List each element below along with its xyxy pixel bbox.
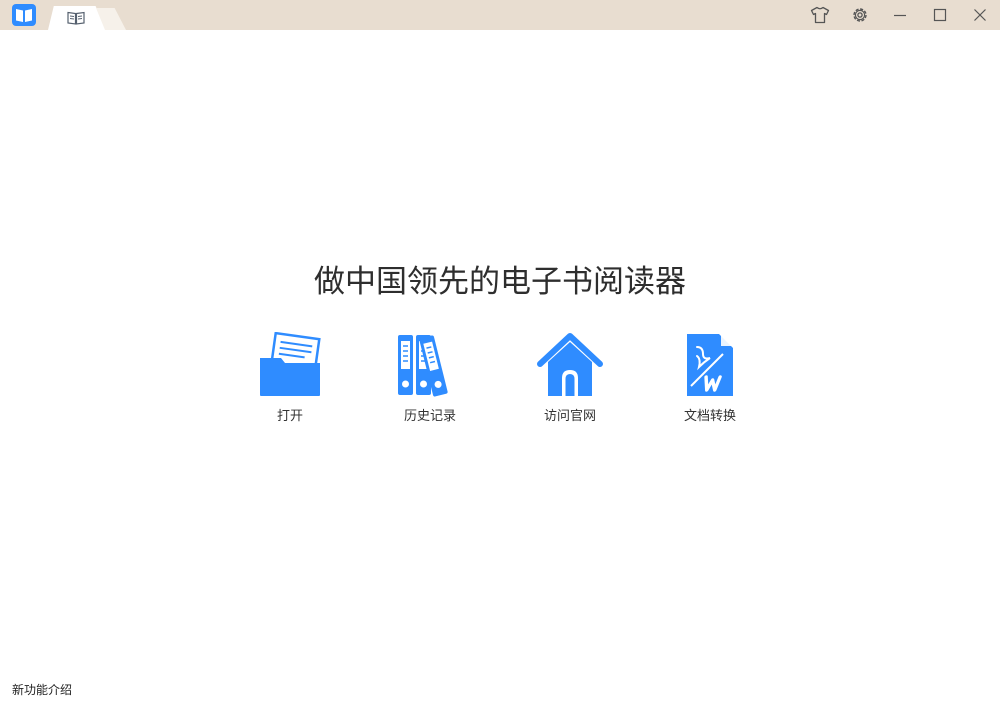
book-icon bbox=[67, 11, 85, 25]
maximize-icon bbox=[933, 8, 947, 22]
skin-button[interactable] bbox=[808, 3, 832, 27]
close-button[interactable] bbox=[968, 3, 992, 27]
open-button[interactable]: 打开 bbox=[225, 331, 355, 431]
open-label: 打开 bbox=[276, 409, 303, 424]
visit-website-button[interactable]: 访问官网 bbox=[505, 331, 635, 431]
settings-button[interactable] bbox=[848, 3, 872, 27]
visit-website-label: 访问官网 bbox=[543, 409, 596, 424]
history-label: 历史记录 bbox=[403, 409, 456, 424]
minimize-icon bbox=[894, 14, 906, 17]
house-icon bbox=[537, 333, 603, 396]
page-title: 做中国领先的电子书阅读器 bbox=[314, 264, 686, 300]
minimize-button[interactable] bbox=[888, 3, 912, 27]
doc-convert-label: 文档转换 bbox=[683, 409, 736, 424]
binders-icon bbox=[398, 335, 448, 397]
doc-convert-button[interactable]: 文档转换 bbox=[645, 331, 775, 431]
maximize-button[interactable] bbox=[928, 3, 952, 27]
gear-icon bbox=[853, 8, 867, 22]
open-book-icon bbox=[12, 4, 36, 26]
title-bar bbox=[0, 0, 1000, 30]
history-button[interactable]: 历史记录 bbox=[365, 331, 495, 431]
new-features-link[interactable]: 新功能介绍 bbox=[12, 682, 72, 698]
tshirt-icon bbox=[810, 6, 830, 24]
close-icon bbox=[974, 9, 986, 21]
folder-icon bbox=[260, 332, 321, 396]
pdf-to-word-icon bbox=[687, 334, 733, 396]
